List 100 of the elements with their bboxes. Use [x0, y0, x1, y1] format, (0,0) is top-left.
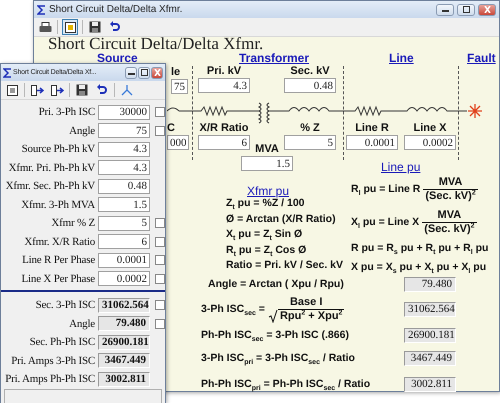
input-field[interactable]: 1.5: [241, 156, 293, 171]
formula-text: X$_{t}$ pu = Z$_{t}$ Sin Ø: [226, 228, 304, 241]
result-value: 31062.564: [404, 302, 456, 317]
checkbox[interactable]: [155, 255, 165, 266]
input-field[interactable]: 75: [98, 123, 150, 138]
maximize-icon: [462, 6, 470, 13]
close-button[interactable]: [478, 4, 496, 16]
checkbox[interactable]: [155, 300, 165, 310]
field-label: Xfmr % Z: [50, 217, 96, 230]
export-icon[interactable]: [49, 82, 65, 98]
fraction-numerator: MVA: [438, 176, 464, 189]
maximize-button[interactable]: [138, 66, 150, 78]
formula-text: Ratio = Pri. kV / Sec. kV: [226, 259, 344, 272]
input-field[interactable]: 1.5: [98, 197, 150, 212]
field-label: MVA: [255, 143, 279, 155]
field-label: Source Ph-Ph kV: [20, 143, 96, 156]
formula-text: R$_{t}$ pu = Z$_{t}$ Cos Ø: [226, 244, 308, 256]
checkbox[interactable]: [155, 126, 165, 136]
field-label: Pri. kV: [206, 65, 242, 77]
input-field[interactable]: 0.0002: [98, 271, 150, 286]
field-label: Xfmr. X/R Ratio: [23, 236, 96, 248]
printer-icon[interactable]: [37, 19, 53, 35]
formula-text: Ø = Arctan (X/R Ratio): [226, 212, 337, 226]
input-field[interactable]: 4.3: [98, 142, 150, 157]
section-header[interactable]: Line: [389, 51, 414, 65]
checkbox[interactable]: [155, 236, 165, 247]
checkbox[interactable]: [155, 274, 165, 284]
formula-text: Ph-Ph ISC$_{pri}$ = Ph-Ph ISC$_{sec}$ / Ratio: [201, 378, 370, 391]
checkbox[interactable]: [155, 107, 165, 118]
input-field[interactable]: 5: [284, 135, 336, 150]
sigma-icon: [3, 68, 12, 78]
input-field[interactable]: 0.0001: [98, 252, 150, 268]
sigma-icon: [37, 4, 46, 14]
window-icon[interactable]: [4, 82, 20, 98]
network-icon[interactable]: [119, 82, 135, 98]
xfmr-pu-link[interactable]: Xfmr pu: [247, 184, 290, 198]
formula-text: X$_{l}$ pu = Line X: [351, 216, 420, 229]
field-label: Line X Per Phase: [20, 272, 96, 285]
input-field[interactable]: 5: [98, 216, 150, 231]
square-root-icon: [268, 309, 278, 323]
close-icon: [154, 69, 160, 76]
input-field[interactable]: 000: [167, 135, 189, 150]
minimize-icon: [442, 8, 448, 12]
save-icon[interactable]: [74, 82, 90, 98]
maximize-button[interactable]: [457, 4, 475, 16]
input-field[interactable]: 75: [171, 79, 188, 94]
field-label: le: [171, 66, 180, 78]
formula-text: Angle = Arctan ( Xpu / Rpu): [208, 278, 344, 291]
field-label: Pri. 3-Ph ISC: [38, 106, 96, 118]
input-field[interactable]: 6: [198, 135, 250, 150]
field-label: C: [167, 122, 175, 134]
calculator-icon[interactable]: [62, 19, 78, 35]
field-label: Angle: [68, 318, 96, 330]
section-header[interactable]: Transformer: [239, 51, 310, 65]
field-label: Line R Per Phase: [21, 254, 96, 266]
input-field[interactable]: 0.0001: [346, 135, 398, 150]
formula-text: 3-Ph ISC$_{pri}$ = 3-Ph ISC$_{sec}$ / Ratio: [201, 352, 355, 365]
minimize-icon: [128, 70, 134, 74]
export-icon[interactable]: [29, 82, 45, 98]
result-value: 26900.181: [404, 328, 456, 343]
section-header[interactable]: Source: [97, 51, 138, 65]
checkbox[interactable]: [155, 318, 165, 329]
line-pu-link[interactable]: Line pu: [381, 160, 420, 174]
field-label: Pri. Amps Ph-Ph ISC: [4, 373, 96, 386]
input-field[interactable]: 30000: [98, 104, 150, 120]
close-icon: [484, 6, 490, 13]
checkbox[interactable]: [155, 218, 165, 228]
field-label: Xfmr. 3-Ph MVA: [20, 198, 96, 211]
page-heading: Short Circuit Delta/Delta Xfmr.: [48, 35, 264, 52]
minimize-button[interactable]: [125, 66, 137, 78]
formula-text: Z$_{t}$ pu = %Z / 100: [226, 197, 306, 210]
result-value: 3002.811: [404, 377, 456, 392]
window-title: Short Circuit Delta/Delta Xfmr.: [49, 4, 184, 15]
input-field[interactable]: 4.3: [198, 78, 250, 93]
fraction-numerator: MVA: [436, 209, 462, 222]
result-value: 79.480: [98, 316, 150, 332]
formula-text: R pu = R$_{s}$ pu + R$_{t}$ pu + R$_{l}$ pu: [351, 242, 488, 255]
field-label: Sec. kV: [290, 65, 330, 77]
formula-text: X pu = X$_{s}$ pu + X$_{t}$ pu + X$_{l}$ pu: [351, 261, 488, 274]
formula-text: 3-Ph ISC$_{sec}$ =: [201, 303, 265, 316]
save-icon[interactable]: [87, 19, 103, 35]
field-label: X/R Ratio: [200, 122, 248, 134]
fault-star-icon: [468, 104, 482, 118]
fraction-numerator: Base I: [288, 296, 324, 309]
input-field[interactable]: 0.48: [98, 178, 150, 194]
section-header[interactable]: Fault: [467, 51, 496, 65]
minimize-button[interactable]: [436, 4, 454, 16]
result-value: 31062.564: [98, 298, 150, 313]
input-field[interactable]: 0.48: [284, 78, 336, 93]
input-field[interactable]: 6: [98, 234, 150, 250]
field-label: Sec. Ph-Ph ISC: [28, 336, 96, 348]
field-label: Angle: [68, 124, 96, 137]
field-label: Xfmr. Sec. Ph-Ph kV: [4, 180, 96, 192]
field-label: Sec. 3-Ph ISC: [34, 299, 96, 312]
input-field[interactable]: 4.3: [98, 160, 150, 176]
close-button[interactable]: [151, 66, 163, 78]
input-field[interactable]: 0.0002: [404, 135, 456, 150]
field-label: Xfmr. Pri. Ph-Ph kV: [8, 162, 96, 174]
field-label: % Z: [300, 122, 320, 134]
result-value: 79.480: [404, 277, 456, 292]
